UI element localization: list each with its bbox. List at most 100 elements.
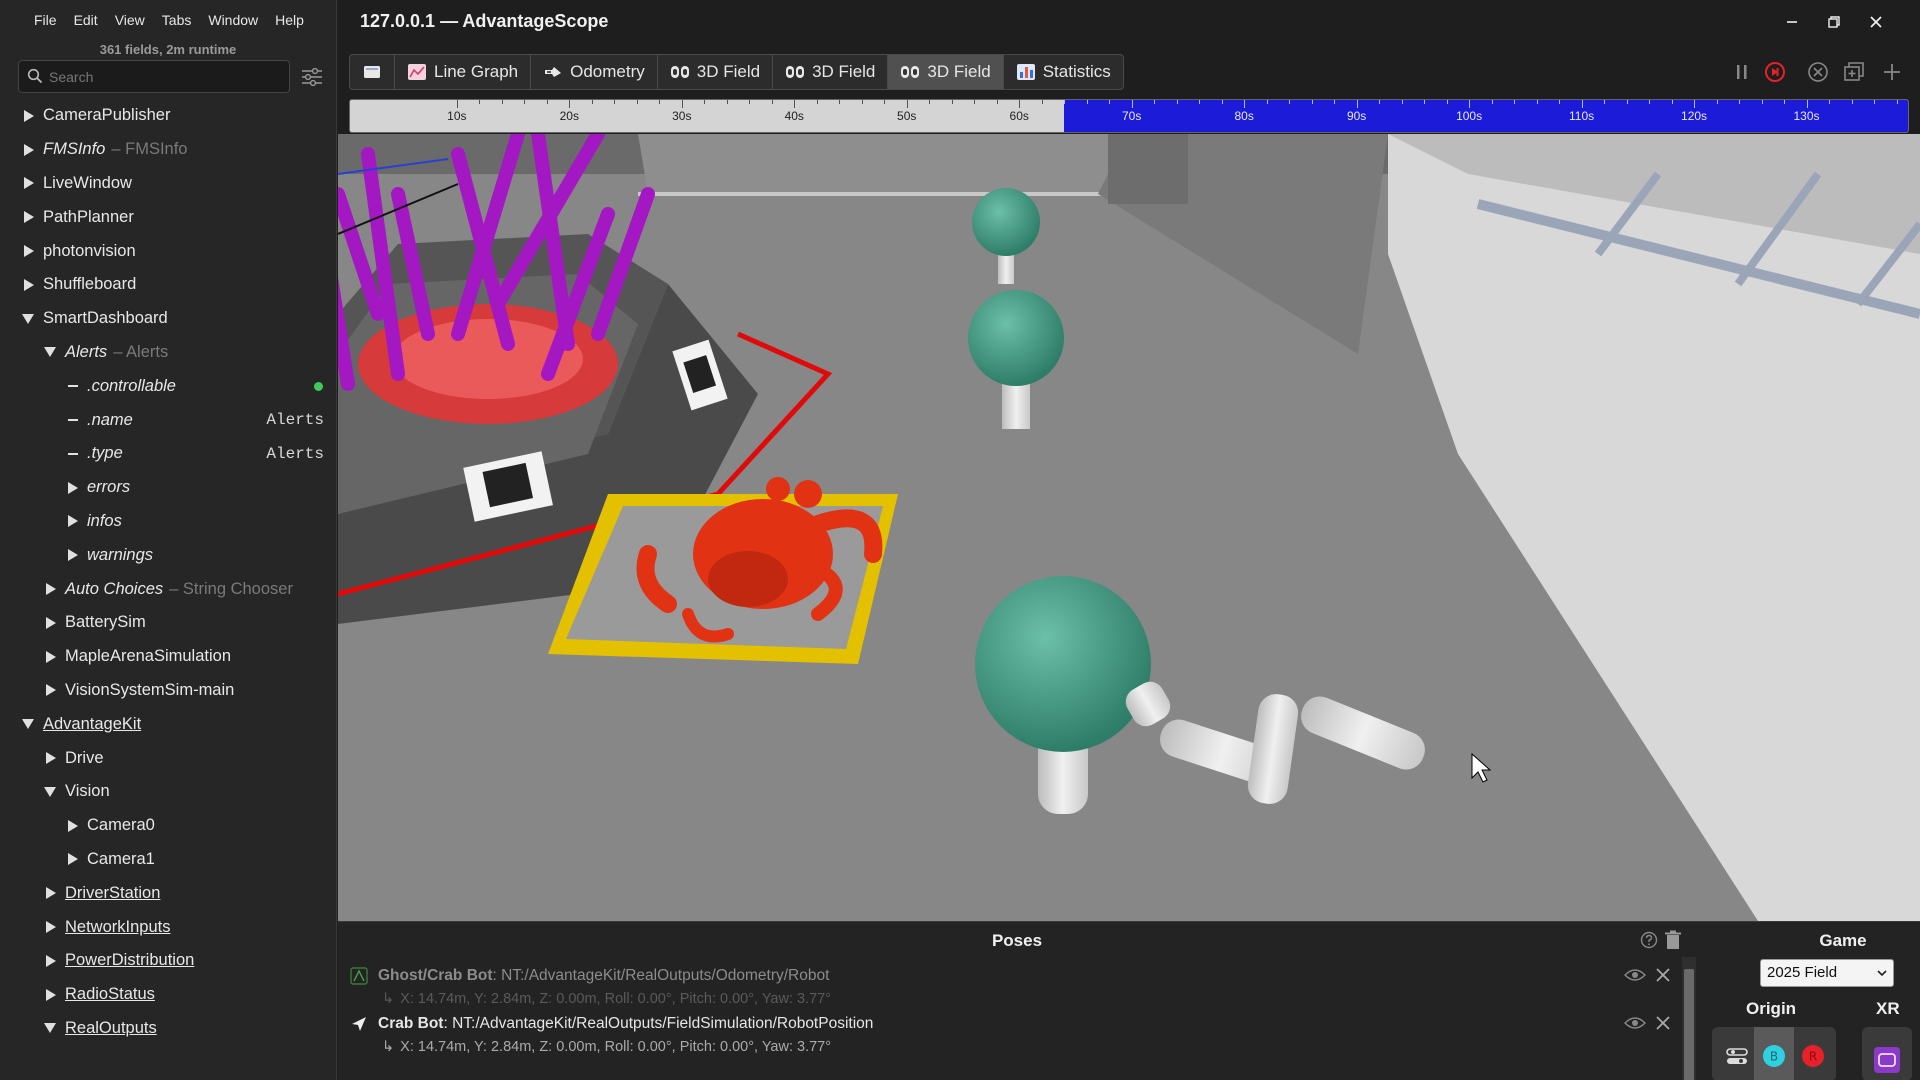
caret-right-icon[interactable] [24, 245, 34, 258]
pause-icon[interactable] [1730, 60, 1754, 84]
tree-item[interactable]: MapleArenaSimulation [0, 640, 336, 674]
poses-scrollbar[interactable] [1682, 957, 1696, 1080]
pose-item-ghost[interactable]: Ghost/Crab Bot: NT:/AdvantageKit/RealOut… [346, 963, 1676, 1013]
tree-item[interactable]: RadioStatus [0, 978, 336, 1012]
tree-item[interactable]: SmartDashboard [0, 302, 336, 336]
pose-detail-text: X: 14.74m, Y: 2.84m, Z: 0.00m, Roll: 0.0… [400, 991, 832, 1007]
close-circle-icon[interactable] [1806, 60, 1830, 84]
trash-icon[interactable] [1664, 930, 1682, 950]
timeline-minor-tick [1289, 100, 1291, 104]
remove-pose-icon[interactable] [1654, 966, 1672, 984]
3d-field-view[interactable] [338, 134, 1920, 921]
caret-right-icon[interactable] [46, 616, 56, 629]
tab-statistics[interactable]: Statistics [1004, 55, 1123, 89]
tree-item[interactable]: BatterySim [0, 606, 336, 640]
close-window-icon[interactable] [1866, 12, 1886, 32]
tree-item[interactable]: .type Alerts [0, 437, 336, 471]
caret-right-icon[interactable] [68, 481, 78, 494]
minimize-icon[interactable] [1782, 12, 1802, 32]
tab-3d-field-2[interactable]: 3D Field [773, 55, 889, 89]
tree-item[interactable]: VisionSystemSim-main [0, 674, 336, 708]
tree-item[interactable]: PathPlanner [0, 200, 336, 234]
tree-item[interactable]: photonvision [0, 234, 336, 268]
filter-options-icon[interactable] [301, 67, 323, 87]
menu-view[interactable]: View [115, 12, 145, 28]
red-alliance-icon[interactable]: R [1800, 1043, 1826, 1069]
restore-icon[interactable] [1824, 12, 1844, 32]
xr-button[interactable] [1862, 1027, 1912, 1080]
tab-3d-field-1[interactable]: 3D Field [658, 55, 774, 89]
search-box[interactable] [18, 60, 290, 93]
tree-item[interactable]: Vision [0, 775, 336, 809]
tree-item[interactable]: errors [0, 471, 336, 505]
tree-item[interactable]: .name Alerts [0, 403, 336, 437]
caret-down-icon[interactable] [44, 1023, 56, 1034]
tree-item[interactable]: RealOutputs [0, 1012, 336, 1046]
add-tab-icon[interactable] [1880, 60, 1904, 84]
caret-down-icon[interactable] [22, 313, 34, 324]
caret-right-icon[interactable] [24, 109, 34, 122]
caret-right-icon[interactable] [24, 143, 34, 156]
caret-right-icon[interactable] [68, 819, 78, 832]
tab-3d-field-3[interactable]: 3D Field [888, 55, 1004, 89]
caret-right-icon[interactable] [68, 549, 78, 562]
remove-pose-icon[interactable] [1654, 1014, 1672, 1032]
timeline[interactable]: 10s 20s 30s 40s 50s 60s 70s 80s 90s 100s 110s 120s 1… [349, 99, 1909, 133]
menu-help[interactable]: Help [275, 12, 304, 28]
tree-item[interactable]: LiveWindow [0, 167, 336, 201]
search-input[interactable] [49, 67, 281, 87]
tree-item[interactable]: .controllable [0, 369, 336, 403]
caret-right-icon[interactable] [46, 954, 56, 967]
tree-item[interactable]: Camera1 [0, 843, 336, 877]
auto-origin-icon[interactable] [1724, 1043, 1750, 1069]
live-record-icon[interactable] [1763, 60, 1787, 84]
tree-item[interactable]: warnings [0, 538, 336, 572]
menu-edit[interactable]: Edit [74, 12, 98, 28]
caret-down-icon[interactable] [44, 347, 56, 358]
menu-file[interactable]: File [34, 12, 57, 28]
visibility-eye-icon[interactable] [1624, 1015, 1646, 1031]
timeline-minor-tick [1491, 100, 1493, 104]
visibility-eye-icon[interactable] [1624, 967, 1646, 983]
caret-right-icon[interactable] [46, 921, 56, 934]
help-icon[interactable] [1640, 931, 1658, 949]
algae-ball [975, 576, 1151, 752]
tree-item[interactable]: DriverStation [0, 876, 336, 910]
caret-right-icon[interactable] [46, 887, 56, 900]
tree-item[interactable]: Camera0 [0, 809, 336, 843]
caret-right-icon[interactable] [24, 211, 34, 224]
tree-item[interactable]: CameraPublisher [0, 99, 336, 133]
tree-item[interactable]: Drive [0, 741, 336, 775]
tree-item[interactable]: PowerDistribution [0, 944, 336, 978]
pose-item-crab-bot[interactable]: Crab Bot: NT:/AdvantageKit/RealOutputs/F… [346, 1011, 1676, 1061]
caret-right-icon[interactable] [46, 684, 56, 697]
caret-right-icon[interactable] [24, 278, 34, 291]
origin-blue-selected[interactable]: B [1754, 1027, 1794, 1080]
caret-right-icon[interactable] [68, 515, 78, 528]
caret-down-icon[interactable] [22, 719, 34, 730]
caret-right-icon[interactable] [46, 988, 56, 1001]
scrollbar-thumb[interactable] [1684, 969, 1694, 1080]
tree-item-label: NetworkInputs [65, 917, 171, 936]
tree-item[interactable]: FMSInfo – FMSInfo [0, 133, 336, 167]
caret-right-icon[interactable] [46, 583, 56, 596]
tree-item[interactable]: Shuffleboard [0, 268, 336, 302]
tab-odometry[interactable]: Odometry [531, 55, 658, 89]
caret-right-icon[interactable] [24, 177, 34, 190]
tree-item[interactable]: Auto Choices – String Chooser [0, 572, 336, 606]
tree-item[interactable]: NetworkInputs [0, 910, 336, 944]
popup-window-icon[interactable] [1842, 60, 1866, 84]
menu-tabs[interactable]: Tabs [162, 12, 192, 28]
tree-item[interactable]: AdvantageKit [0, 707, 336, 741]
tab-document[interactable] [350, 55, 395, 89]
tree-item[interactable]: Alerts – Alerts [0, 336, 336, 370]
tree-item-label: PathPlanner [43, 207, 134, 226]
caret-down-icon[interactable] [44, 786, 56, 797]
tab-line-graph[interactable]: Line Graph [395, 55, 532, 89]
game-select[interactable]: 2025 Field [1760, 959, 1894, 987]
menu-window[interactable]: Window [208, 12, 258, 28]
caret-right-icon[interactable] [68, 853, 78, 866]
tree-item[interactable]: infos [0, 505, 336, 539]
caret-right-icon[interactable] [46, 752, 56, 765]
caret-right-icon[interactable] [46, 650, 56, 663]
